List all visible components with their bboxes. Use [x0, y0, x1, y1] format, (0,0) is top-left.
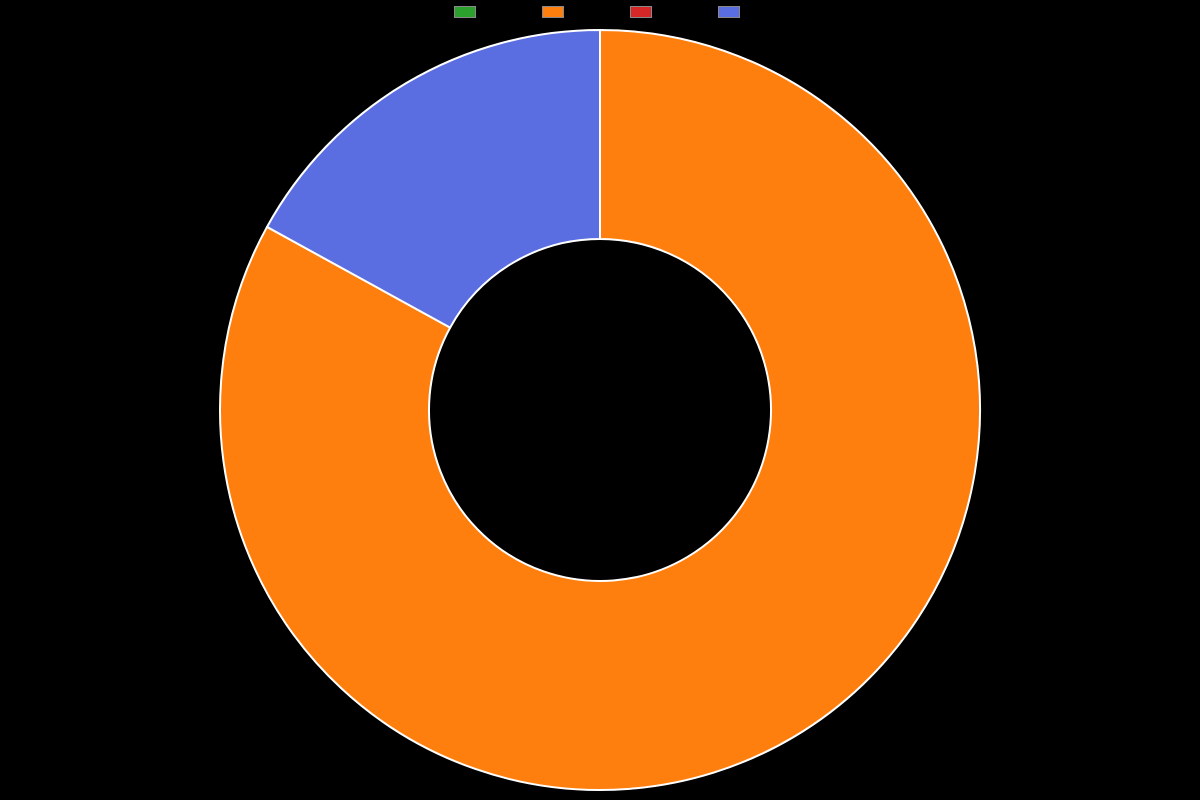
donut-chart [0, 0, 1200, 800]
